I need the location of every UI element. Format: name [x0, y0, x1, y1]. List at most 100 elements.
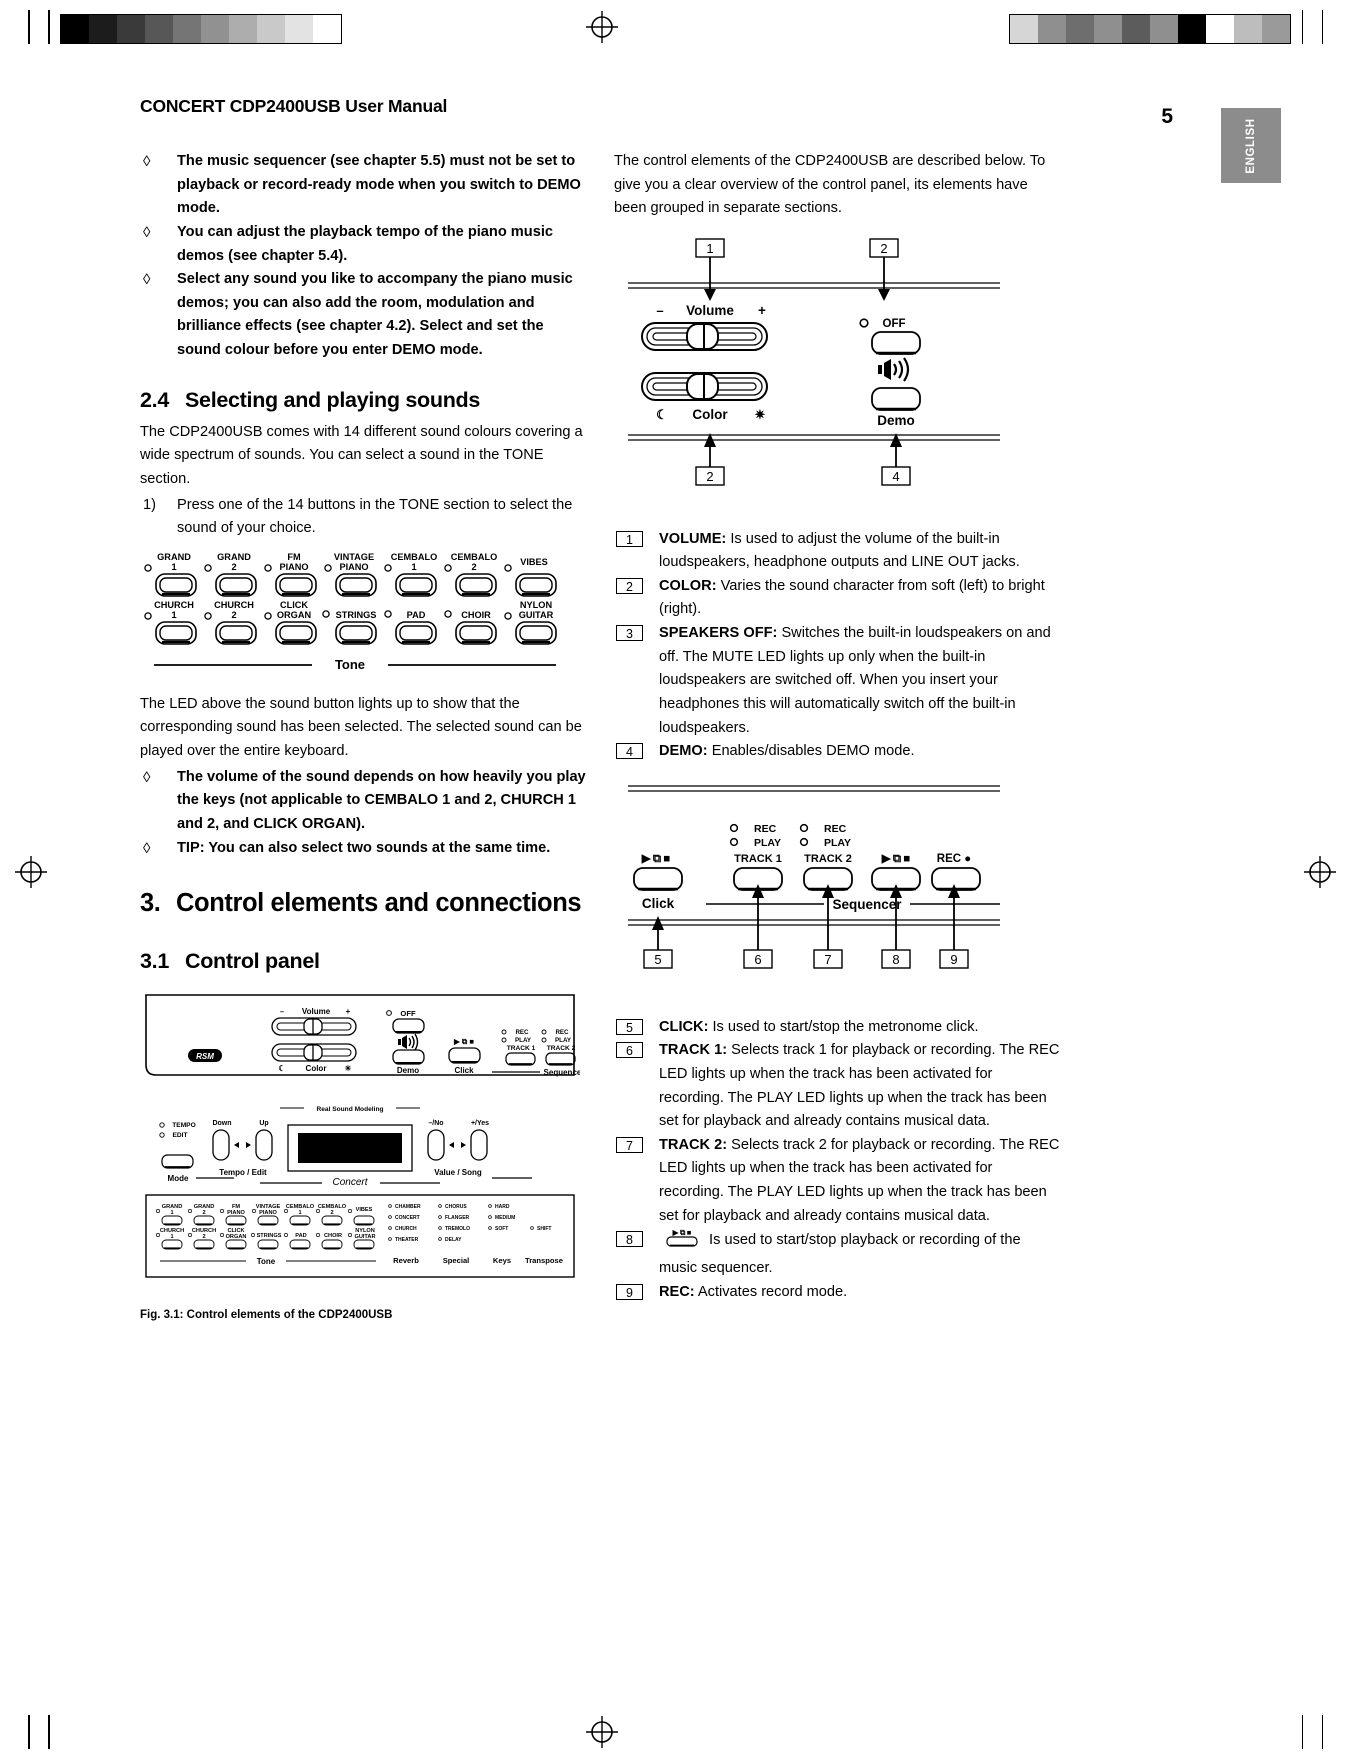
svg-text:EDIT: EDIT	[172, 1132, 187, 1139]
volume-slider-figure: – Volume +	[271, 1007, 357, 1036]
left-column: ◊ The music sequencer (see chapter 5.5) …	[140, 150, 587, 1324]
legend-number: 3	[616, 625, 643, 642]
step-text: Press one of the 14 buttons in the TONE …	[177, 496, 573, 537]
rec-button[interactable]: REC ●	[931, 853, 981, 891]
svg-text:REC ●: REC ●	[937, 853, 971, 865]
chapter-number: 3.	[140, 889, 161, 918]
svg-text:☀: ☀	[344, 1064, 351, 1073]
bullet-item: ◊ TIP: You can also select two sounds at…	[140, 837, 587, 861]
svg-text:Concert: Concert	[332, 1177, 368, 1188]
tone-button-cembalo-1: CEMBALO1	[384, 552, 437, 597]
legend-text: Switches the built-in loudspeakers on an…	[659, 625, 1051, 736]
legend-term: SPEAKERS OFF:	[659, 625, 778, 642]
figure-tone-row1: GRAND1 GRAND2 FMPIANO VINTAGEPIANO CEMBA…	[156, 1204, 375, 1226]
legend-item-9: 9 REC: Activates record mode.	[614, 1281, 1061, 1305]
lcd-display-figure: Concert	[260, 1124, 440, 1188]
registration-mark-left	[14, 855, 48, 889]
callout-1: 1	[695, 238, 725, 301]
svg-text:☾: ☾	[278, 1064, 285, 1073]
figure-tone-bracket: Tone	[160, 1257, 376, 1266]
group-rule-bottom	[628, 434, 1000, 441]
legend-term: DEMO:	[659, 743, 708, 760]
lozenge-icon: ◊	[143, 271, 151, 289]
svg-text:6: 6	[754, 952, 761, 967]
tone-button-pad: PAD	[384, 610, 437, 645]
crop-mark-top-right-2	[1301, 10, 1303, 44]
svg-text:Reverb: Reverb	[393, 1256, 419, 1265]
volume-slider[interactable]: – Volume +	[641, 303, 768, 351]
bullet-text: You can adjust the playback tempo of the…	[177, 223, 553, 264]
legend-number: 7	[616, 1136, 643, 1153]
svg-text:PLAY: PLAY	[555, 1037, 572, 1044]
click-button[interactable]: ▶ ⧉ ■ Click	[633, 853, 683, 911]
after-tone-paragraph: The LED above the sound button lights up…	[140, 695, 582, 760]
color-slider[interactable]: ☾ Color ✷	[641, 371, 768, 422]
svg-text:1: 1	[411, 562, 416, 572]
control-group-diagram-2: REC PLAY REC PLAY ▶ ⧉ ■ Click TRACK 1 TR…	[614, 778, 1061, 1002]
right-intro-paragraph: The control elements of the CDP2400USB a…	[614, 153, 1046, 217]
legend-term: CLICK:	[659, 1018, 709, 1035]
figure-effect-col-keys: HARD MEDIUM SOFT Keys	[488, 1204, 515, 1265]
legend-number: 4	[616, 743, 643, 760]
svg-text:▶ ⧉ ■: ▶ ⧉ ■	[641, 853, 671, 865]
tempo-edit-control-figure: Down Up Tempo / Edit	[212, 1120, 273, 1177]
panel-bottom-strip: GRAND1 GRAND2 FMPIANO VINTAGEPIANO CEMBA…	[145, 1194, 575, 1278]
svg-text:GRAND: GRAND	[217, 552, 251, 562]
tone-button-vintage-piano: VINTAGEPIANO	[324, 552, 377, 597]
svg-text:NYLON: NYLON	[520, 600, 553, 610]
svg-text:Tone: Tone	[257, 1257, 276, 1266]
control-panel-figure: RSM – Volume + ☾ Color ☀ OFF Demo ▶ ⧉ ■ …	[140, 987, 587, 1296]
svg-text:CHURCH: CHURCH	[154, 600, 194, 610]
control-group-1-svg: 1 2 – Volume + ☾ Color ✷ OFF Demo 2 4	[628, 238, 1000, 486]
svg-text:DELAY: DELAY	[445, 1237, 462, 1243]
demo-button[interactable]: Demo	[871, 387, 921, 428]
svg-text:Special: Special	[443, 1256, 470, 1265]
control-group-diagram-1: 1 2 – Volume + ☾ Color ✷ OFF Demo 2 4	[614, 235, 1061, 506]
svg-text:CHURCH: CHURCH	[395, 1226, 417, 1232]
svg-text:Tone: Tone	[335, 657, 365, 672]
svg-text:REC: REC	[555, 1029, 569, 1036]
section-number: 2.4	[140, 387, 169, 412]
svg-text:PAD: PAD	[295, 1233, 306, 1239]
page-number: 5	[1161, 105, 1173, 128]
tone-button-church-1: CHURCH1	[144, 600, 197, 645]
rsm-badge: RSM	[188, 1049, 222, 1063]
svg-text:1: 1	[170, 1234, 173, 1240]
svg-text:Mode: Mode	[168, 1174, 189, 1183]
transport-button-inline-icon: ▶ ⧉ ■	[659, 1228, 705, 1257]
legend-item-4: 4 DEMO: Enables/disables DEMO mode.	[614, 740, 1061, 764]
svg-text:2: 2	[471, 562, 476, 572]
svg-text:CEMBALO: CEMBALO	[451, 552, 497, 562]
legend-item-1: 1 VOLUME: Is used to adjust the volume o…	[614, 528, 1061, 575]
svg-text:7: 7	[824, 952, 831, 967]
speakers-off-button-figure: OFF	[386, 1009, 425, 1051]
figure-effect-col-transpose: SHIFT Transpose	[525, 1226, 563, 1265]
tone-group-label: Tone	[154, 657, 556, 672]
svg-text:CONCERT: CONCERT	[395, 1215, 420, 1221]
svg-text:Tempo / Edit: Tempo / Edit	[219, 1168, 267, 1177]
legend-item-5: 5 CLICK: Is used to start/stop the metro…	[614, 1016, 1061, 1040]
svg-text:OFF: OFF	[883, 318, 906, 330]
legend-number: 5	[616, 1018, 643, 1035]
callout-2-bottom: 2	[695, 432, 725, 486]
tone-button-grand-1: GRAND1	[144, 552, 197, 597]
callout-9: 9	[939, 883, 969, 969]
svg-text:PLAY: PLAY	[754, 837, 781, 849]
svg-text:1: 1	[171, 610, 176, 620]
svg-text:VIBES: VIBES	[356, 1207, 373, 1213]
speakers-off-button[interactable]: OFF	[859, 318, 921, 382]
svg-text:–/No: –/No	[428, 1120, 443, 1127]
click-button-figure: ▶ ⧉ ■ Click	[448, 1037, 481, 1075]
language-tab-label: ENGLISH	[1245, 117, 1257, 174]
svg-text:REC: REC	[515, 1029, 529, 1036]
crop-mark-top-left	[28, 10, 30, 44]
section-title: Selecting and playing sounds	[185, 387, 481, 412]
svg-text:STRINGS: STRINGS	[336, 610, 377, 620]
svg-text:VINTAGE: VINTAGE	[334, 552, 374, 562]
svg-text:☾: ☾	[656, 407, 668, 422]
calibration-bar-right	[1009, 14, 1291, 44]
svg-text:Click: Click	[642, 896, 675, 911]
color-slider-figure: ☾ Color ☀	[271, 1043, 357, 1073]
svg-text:4: 4	[892, 469, 899, 484]
svg-text:+: +	[758, 303, 766, 318]
